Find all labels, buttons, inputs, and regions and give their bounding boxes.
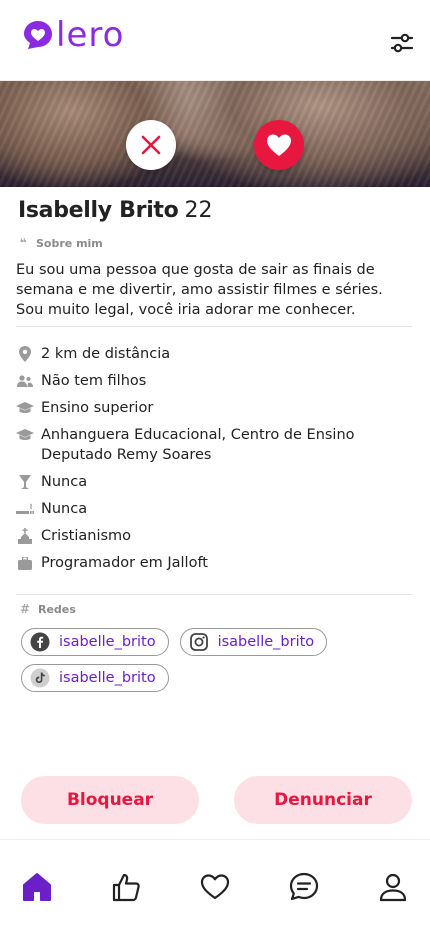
tiktok-chip[interactable]: isabelle_brito bbox=[21, 664, 169, 692]
profile-name: Isabelly Brito bbox=[18, 198, 179, 223]
tab-home[interactable] bbox=[20, 870, 54, 904]
instagram-icon bbox=[189, 633, 208, 651]
networks-section-label: # Redes bbox=[18, 602, 76, 616]
detail-religion: Cristianismo bbox=[16, 526, 412, 546]
report-button[interactable]: Denunciar bbox=[234, 776, 412, 824]
detail-text: Anhanguera Educacional, Centro de Ensino… bbox=[41, 427, 355, 463]
logo-text: lero bbox=[56, 15, 125, 55]
social-handle: isabelle_brito bbox=[217, 634, 315, 650]
tiktok-icon bbox=[30, 668, 50, 688]
dislike-button[interactable] bbox=[126, 120, 176, 170]
detail-text: Cristianismo bbox=[41, 528, 132, 544]
instagram-chip[interactable]: isabelle_brito bbox=[179, 628, 328, 656]
networks-label: Redes bbox=[38, 602, 76, 616]
app-logo[interactable]: lero bbox=[22, 18, 124, 52]
detail-text: Nunca bbox=[41, 474, 88, 490]
drink-icon bbox=[16, 472, 34, 492]
about-label: Sobre mim bbox=[36, 236, 103, 250]
facebook-chip[interactable]: isabelle_brito bbox=[21, 628, 169, 656]
detail-text: 2 km de distância bbox=[41, 346, 171, 362]
social-handle: isabelle_brito bbox=[59, 634, 156, 650]
close-icon bbox=[141, 135, 161, 155]
smoking-icon bbox=[16, 499, 34, 519]
heart-icon bbox=[200, 874, 230, 900]
tab-chat[interactable] bbox=[287, 870, 321, 904]
briefcase-icon bbox=[16, 553, 34, 573]
about-text: Eu sou uma pessoa que gosta de sair as f… bbox=[16, 262, 383, 318]
logo-heart-icon bbox=[24, 21, 52, 49]
detail-drink: Nunca bbox=[16, 472, 412, 492]
detail-text: Não tem filhos bbox=[41, 373, 147, 389]
graduation-cap-icon bbox=[16, 398, 34, 418]
tab-profile[interactable] bbox=[376, 870, 410, 904]
detail-children: Não tem filhos bbox=[16, 371, 412, 391]
detail-school: Anhanguera Educacional, Centro de Ensino… bbox=[16, 425, 412, 465]
children-icon bbox=[16, 371, 34, 391]
hashtag-icon: # bbox=[19, 602, 31, 616]
bottom-tab-bar bbox=[0, 839, 430, 932]
thumbs-up-icon bbox=[112, 873, 140, 902]
quote-icon: ❝ bbox=[19, 236, 27, 250]
graduation-cap-icon bbox=[16, 425, 34, 445]
social-handle: isabelle_brito bbox=[59, 670, 156, 686]
tab-likes[interactable] bbox=[109, 870, 143, 904]
block-button[interactable]: Bloquear bbox=[21, 776, 199, 824]
profile-details: 2 km de distância Não tem filhos Ensino … bbox=[16, 344, 412, 580]
detail-text: Ensino superior bbox=[41, 400, 154, 416]
home-icon bbox=[23, 873, 51, 901]
location-pin-icon bbox=[16, 344, 34, 364]
app-header: lero bbox=[0, 0, 430, 81]
divider bbox=[16, 326, 412, 327]
detail-distance: 2 km de distância bbox=[16, 344, 412, 364]
profile-age: 22 bbox=[184, 198, 213, 223]
detail-work: Programador em Jalloft bbox=[16, 553, 412, 573]
like-button[interactable] bbox=[254, 120, 304, 170]
detail-education: Ensino superior bbox=[16, 398, 412, 418]
profile-icon bbox=[379, 873, 407, 902]
detail-smoking: Nunca bbox=[16, 499, 412, 519]
detail-text: Nunca bbox=[41, 501, 88, 517]
tab-matches[interactable] bbox=[198, 870, 232, 904]
detail-text: Programador em Jalloft bbox=[41, 555, 208, 571]
chat-icon bbox=[289, 872, 319, 901]
divider bbox=[16, 594, 412, 595]
about-section-label: ❝ Sobre mim bbox=[16, 236, 103, 250]
profile-photo bbox=[0, 81, 430, 187]
church-icon bbox=[16, 526, 34, 546]
social-networks: isabelle_brito isabelle_brito isabelle_b… bbox=[21, 628, 421, 700]
facebook-icon bbox=[30, 632, 50, 652]
profile-name-row: Isabelly Brito 22 bbox=[18, 198, 212, 223]
heart-icon bbox=[267, 134, 291, 156]
sliders-icon[interactable] bbox=[388, 30, 416, 56]
